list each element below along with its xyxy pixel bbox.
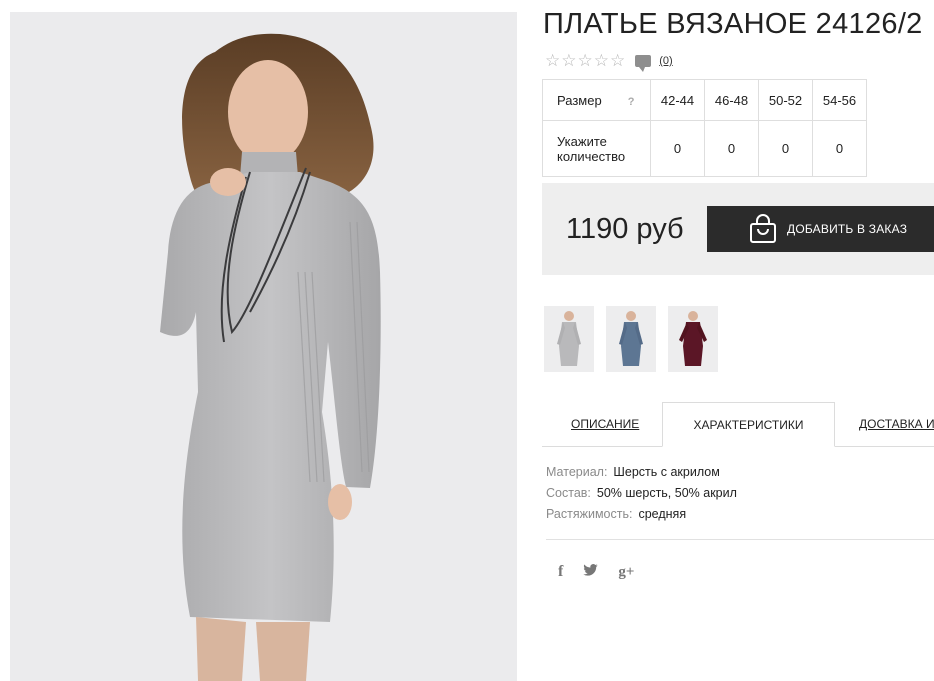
color-thumbnails [544,306,730,372]
tab-delivery-label: ДОСТАВКА И [859,417,934,431]
characteristic-key: Состав: [546,486,591,500]
characteristics-list: Материал: Шерсть с акрилом Состав: 50% шер… [546,462,737,525]
characteristic-value: Шерсть с акрилом [613,465,720,479]
add-to-order-button[interactable]: ДОБАВИТЬ В ЗАКАЗ [707,206,934,252]
quantity-input[interactable]: 0 [704,120,759,177]
size-option: 42-44 [650,79,705,121]
star-empty-icon[interactable]: ☆ [561,52,576,70]
characteristic-value: 50% шерсть, 50% акрил [596,486,737,500]
review-count-link[interactable]: (0) [659,55,672,67]
comment-icon[interactable] [635,55,652,72]
twitter-icon[interactable] [583,563,599,581]
characteristic-row: Растяжимость: средняя [546,504,737,525]
characteristic-row: Материал: Шерсть с акрилом [546,462,737,483]
product-title: ПЛАТЬЕ ВЯЗАНОЕ 24126/2 [543,8,923,40]
characteristic-key: Растяжимость: [546,507,633,521]
thumbnail-grey[interactable] [544,306,594,372]
characteristic-value: средняя [638,507,687,521]
characteristic-key: Материал: [546,465,608,479]
quantity-input[interactable]: 0 [758,120,813,177]
star-empty-icon[interactable]: ☆ [545,52,560,70]
add-to-order-label: ДОБАВИТЬ В ЗАКАЗ [787,222,908,236]
size-option: 54-56 [812,79,867,121]
tab-description[interactable]: ОПИСАНИЕ [571,402,639,446]
quantity-input[interactable]: 0 [650,120,705,177]
social-share: f g+ [558,563,654,581]
product-tabs: ОПИСАНИЕ ХАРАКТЕРИСТИКИ ДОСТАВКА И [542,402,934,447]
size-header-label: Размер [557,92,602,108]
quantity-input[interactable]: 0 [812,120,867,177]
tab-characteristics-label: ХАРАКТЕРИСТИКИ [693,418,804,432]
shopping-bag-icon [749,214,777,244]
main-product-image[interactable] [10,12,517,681]
characteristic-row: Состав: 50% шерсть, 50% акрил [546,483,737,504]
facebook-icon[interactable]: f [558,563,563,581]
price-box: 1190 руб ДОБАВИТЬ В ЗАКАЗ [542,183,934,275]
size-quantity-table: Размер? 42-44 46-48 50-52 54-56 Укажите … [542,79,867,177]
size-option: 50-52 [758,79,813,121]
star-empty-icon[interactable]: ☆ [610,52,625,70]
tab-delivery[interactable]: ДОСТАВКА И [859,402,934,446]
quantity-label-line1: Укажите [557,133,607,149]
star-empty-icon[interactable]: ☆ [578,52,593,70]
price-label: 1190 руб [566,213,684,245]
size-help-icon[interactable]: ? [628,96,635,108]
divider [546,539,934,540]
quantity-label-line2: количество [557,148,626,164]
rating-row: ☆ ☆ ☆ ☆ ☆ (0) [545,51,673,72]
tab-characteristics[interactable]: ХАРАКТЕРИСТИКИ [662,402,835,447]
google-plus-icon[interactable]: g+ [618,564,634,581]
thumbnail-blue[interactable] [606,306,656,372]
tab-description-label: ОПИСАНИЕ [571,417,640,431]
thumbnail-burgundy[interactable] [668,306,718,372]
size-header-cell: Размер? [542,79,651,121]
star-empty-icon[interactable]: ☆ [594,52,609,70]
quantity-label-cell: Укажите количество [542,120,651,177]
size-option: 46-48 [704,79,759,121]
